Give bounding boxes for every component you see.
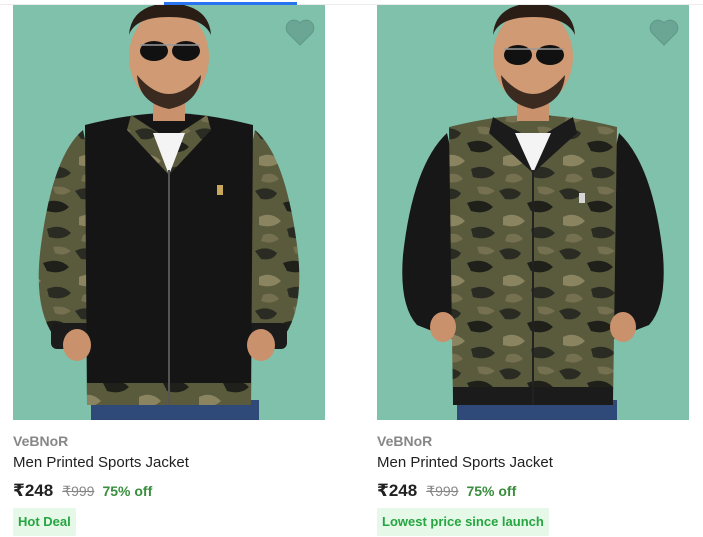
product-brand: VeBNoR bbox=[377, 433, 433, 449]
discount-label: 75% off bbox=[102, 483, 153, 499]
heart-icon[interactable] bbox=[285, 19, 315, 47]
product-card[interactable]: VeBNoR Men Printed Sports Jacket ₹248 ₹9… bbox=[13, 5, 325, 536]
jacket-model-illustration bbox=[13, 5, 325, 420]
original-price: ₹999 bbox=[62, 483, 95, 499]
product-image[interactable] bbox=[377, 5, 689, 420]
heart-icon[interactable] bbox=[649, 19, 679, 47]
product-title[interactable]: Men Printed Sports Jacket bbox=[377, 454, 553, 471]
deal-badge: Lowest price since launch bbox=[377, 508, 549, 536]
product-image[interactable] bbox=[13, 5, 325, 420]
original-price: ₹999 bbox=[426, 483, 459, 499]
price-row: ₹248 ₹999 75% off bbox=[377, 481, 516, 503]
selling-price: ₹248 bbox=[377, 481, 418, 500]
deal-badge: Hot Deal bbox=[13, 508, 76, 536]
selling-price: ₹248 bbox=[13, 481, 54, 500]
product-title[interactable]: Men Printed Sports Jacket bbox=[13, 454, 189, 471]
discount-label: 75% off bbox=[466, 483, 517, 499]
jacket-model-illustration bbox=[377, 5, 689, 420]
product-brand: VeBNoR bbox=[13, 433, 69, 449]
product-card[interactable]: VeBNoR Men Printed Sports Jacket ₹248 ₹9… bbox=[377, 5, 689, 536]
price-row: ₹248 ₹999 75% off bbox=[13, 481, 152, 503]
